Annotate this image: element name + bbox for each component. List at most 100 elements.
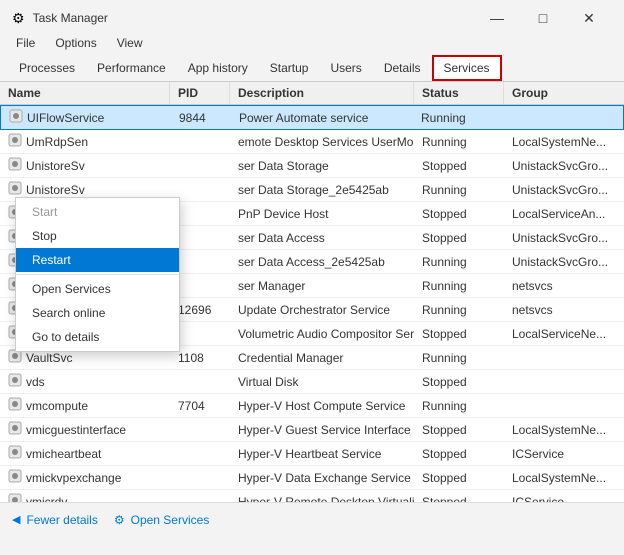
cell-status: Running [413,106,503,129]
cell-name: vds [0,370,170,393]
cell-group [504,394,624,417]
menu-bar: File Options View [0,32,624,54]
context-go-to-details[interactable]: Go to details [16,325,179,349]
tab-app-history[interactable]: App history [177,55,259,81]
tab-processes[interactable]: Processes [8,55,86,81]
cell-status: Stopped [414,370,504,393]
cell-group: UnistackSvcGro... [504,250,624,273]
cell-group [503,106,623,129]
cell-description: Hyper-V Guest Service Interface [230,418,414,441]
cell-status: Running [414,394,504,417]
table-row[interactable]: UmRdpSen emote Desktop Services UserMode… [0,130,624,154]
tab-services[interactable]: Services [432,55,502,81]
cell-status: Stopped [414,202,504,225]
table-row[interactable]: vmicrdv Hyper-V Remote Desktop Virtualiz… [0,490,624,502]
table-row[interactable]: UIFlowService 9844 Power Automate servic… [0,105,624,130]
cell-status: Running [414,298,504,321]
cell-group: ICService [504,490,624,502]
cell-description: Hyper-V Heartbeat Service [230,442,414,465]
cell-status: Stopped [414,322,504,345]
table-row[interactable]: vmcompute 7704 Hyper-V Host Compute Serv… [0,394,624,418]
table-row[interactable]: vmicheartbeat Hyper-V Heartbeat Service … [0,442,624,466]
cell-status: Stopped [414,154,504,177]
cell-group: UnistackSvcGro... [504,154,624,177]
cell-pid [170,442,230,465]
fewer-details-label: Fewer details [26,513,97,527]
cell-name: vmicguestinterface [0,418,170,441]
fewer-details-button[interactable]: ◀ Fewer details [12,513,98,527]
cell-description: Hyper-V Remote Desktop Virtualizati... [230,490,414,502]
cell-group: LocalSystemNe... [504,130,624,153]
context-start[interactable]: Start [16,200,179,224]
table-row[interactable]: vmicguestinterface Hyper-V Guest Service… [0,418,624,442]
cell-status: Running [414,250,504,273]
tab-details[interactable]: Details [373,55,432,81]
cell-status: Running [414,130,504,153]
service-icon [8,421,22,438]
cell-description: ser Data Storage [230,154,414,177]
minimize-button[interactable]: — [474,2,520,34]
table-row[interactable]: vds Virtual Disk Stopped [0,370,624,394]
cell-description: Hyper-V Data Exchange Service [230,466,414,489]
open-services-button[interactable]: ⚙ Open Services [114,513,209,527]
col-pid[interactable]: PID [170,82,230,104]
service-icon [8,493,22,502]
table-row[interactable]: vmickvpexchange Hyper-V Data Exchange Se… [0,466,624,490]
status-bar: ◀ Fewer details ⚙ Open Services [0,502,624,536]
maximize-button[interactable]: □ [520,2,566,34]
context-restart[interactable]: Restart [16,248,179,272]
service-icon [8,133,22,150]
cell-status: Running [414,274,504,297]
service-icon [8,373,22,390]
cell-status: Stopped [414,490,504,502]
table-row[interactable]: UnistoreSv ser Data Storage Stopped Unis… [0,154,624,178]
cell-description: PnP Device Host [230,202,414,225]
cell-pid [170,466,230,489]
col-status[interactable]: Status [414,82,504,104]
table-header: Name PID Description Status Group [0,82,624,105]
cell-description: Virtual Disk [230,370,414,393]
context-open-services[interactable]: Open Services [16,277,179,301]
services-table: Name PID Description Status Group UIFlow… [0,82,624,502]
cell-name: UmRdpSen [0,130,170,153]
cell-group: ICService [504,442,624,465]
cell-group: LocalSystemNe... [504,466,624,489]
chevron-icon: ◀ [12,513,20,526]
cell-group: UnistackSvcGro... [504,226,624,249]
tab-performance[interactable]: Performance [86,55,177,81]
cell-pid [170,154,230,177]
service-icon [8,445,22,462]
context-menu: Start Stop Restart Open Services Search … [15,197,180,352]
context-stop[interactable]: Stop [16,224,179,248]
menu-options[interactable]: Options [47,34,104,52]
cell-group: netsvcs [504,298,624,321]
context-search-online[interactable]: Search online [16,301,179,325]
cell-name: UIFlowService [1,106,171,129]
cell-group [504,346,624,369]
close-button[interactable]: ✕ [566,2,612,34]
cell-description: ser Data Access [230,226,414,249]
cell-name: UnistoreSv [0,154,170,177]
cell-group: UnistackSvcGro... [504,178,624,201]
cell-group: LocalServiceAn... [504,202,624,225]
menu-view[interactable]: View [109,34,151,52]
window-title: Task Manager [33,11,108,25]
tab-startup[interactable]: Startup [259,55,320,81]
cell-pid [170,130,230,153]
cell-status: Stopped [414,442,504,465]
cell-description: ser Data Storage_2e5425ab [230,178,414,201]
menu-file[interactable]: File [8,34,43,52]
cell-pid [170,370,230,393]
cell-description: ser Manager [230,274,414,297]
cell-group [504,370,624,393]
open-services-label: Open Services [131,513,210,527]
col-description[interactable]: Description [230,82,414,104]
tab-bar: Processes Performance App history Startu… [0,54,624,82]
col-group[interactable]: Group [504,82,624,104]
col-name[interactable]: Name [0,82,170,104]
service-icon [9,109,23,126]
title-bar: ⚙ Task Manager — □ ✕ [0,0,624,32]
cell-pid [170,490,230,502]
tab-users[interactable]: Users [319,55,372,81]
service-icon [8,181,22,198]
